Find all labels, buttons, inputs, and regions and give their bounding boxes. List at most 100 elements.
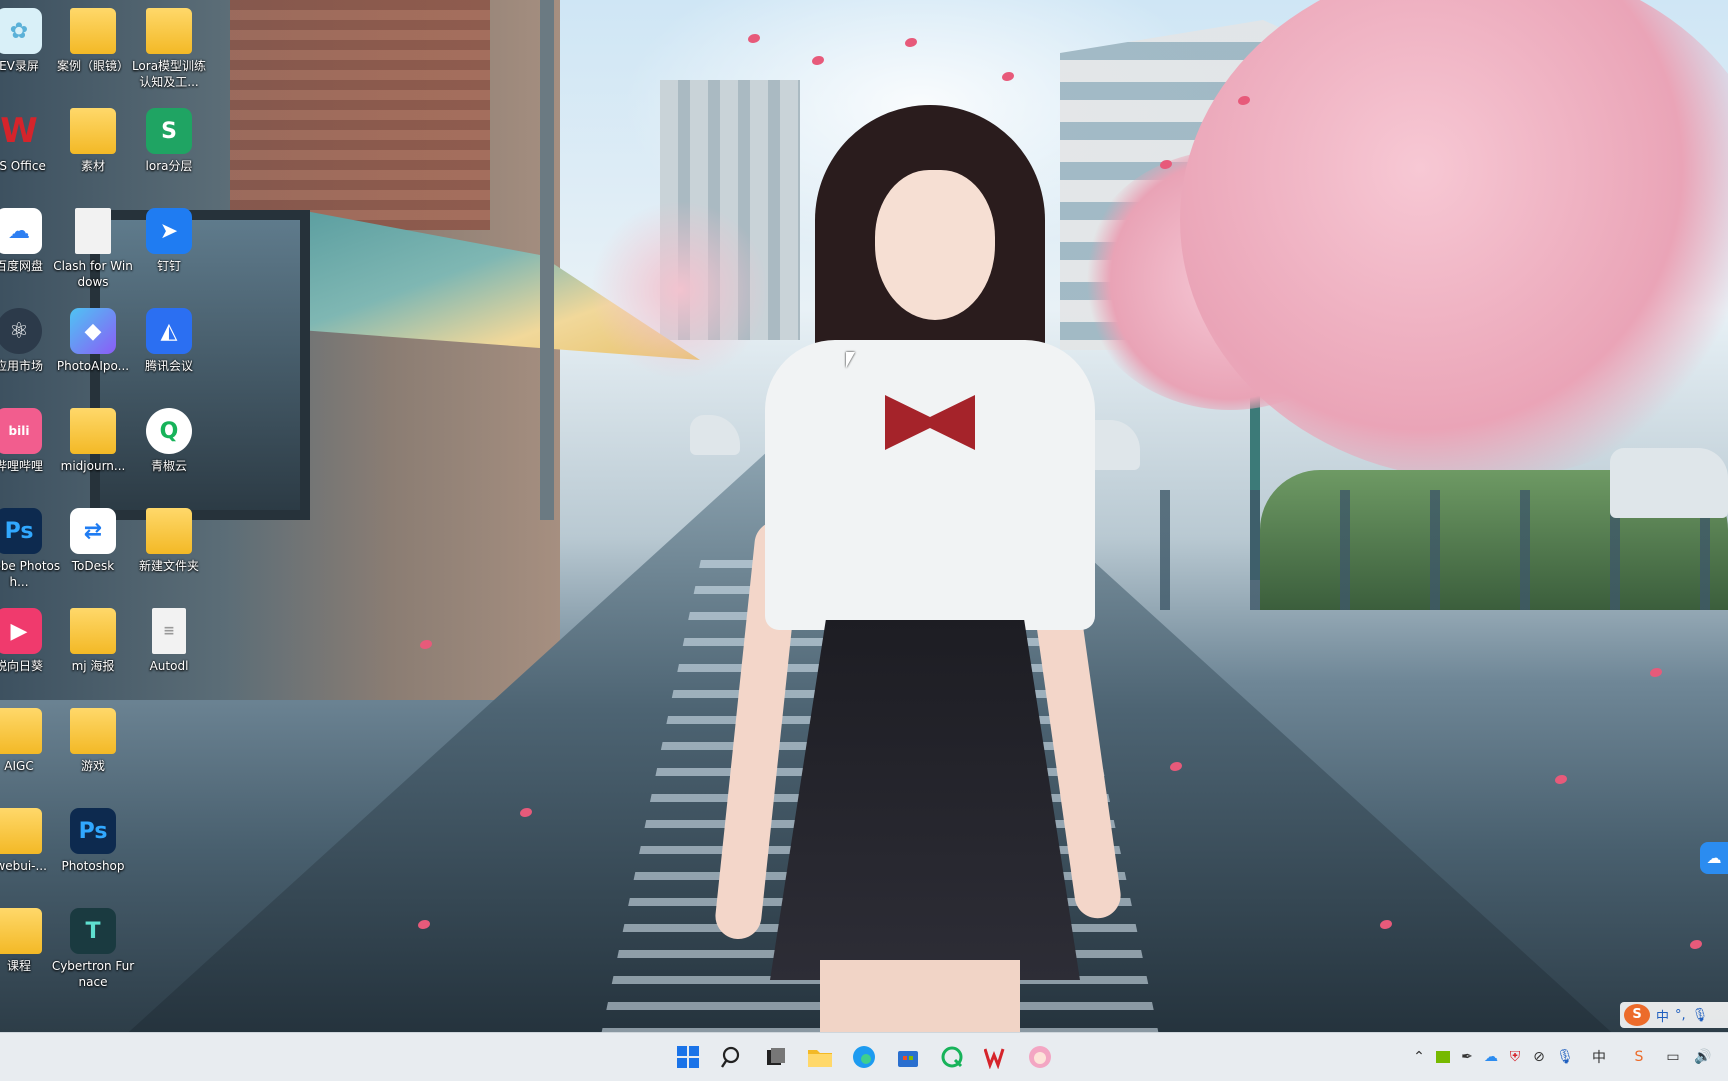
app-market-icon: ⚛ [0, 308, 42, 354]
microphone-icon[interactable]: 🎙 [1556, 1047, 1574, 1067]
sogou-icon[interactable]: S [1624, 1004, 1650, 1026]
wps-office-icon: W [0, 111, 38, 151]
character-legs [820, 960, 1020, 1032]
icon-label: 课程 [6, 959, 31, 973]
wps-taskbar-button[interactable] [980, 1041, 1012, 1073]
bilibili-icon: bili [0, 408, 42, 454]
cherry-blossom-large [1180, 0, 1728, 480]
desktop-icon-qingjiao-cloud[interactable]: Q 青椒云 [126, 404, 212, 494]
desktop-icon-autodl[interactable]: ≡ Autodl [126, 604, 212, 694]
ime-punctuation[interactable]: °, [1675, 1008, 1686, 1023]
desktop-icon-photoshop[interactable]: Ps Photoshop [50, 804, 136, 894]
desktop-icon-new-folder[interactable]: 新建文件夹 [126, 504, 212, 594]
onedrive-icon[interactable]: ☁ [1482, 1047, 1500, 1067]
desktop-icon-lora-training[interactable]: Lora模型训练认知及工... [126, 4, 212, 94]
network-icon[interactable]: ▭ [1664, 1047, 1682, 1067]
icon-label: 游戏 [80, 759, 105, 773]
store-button[interactable] [892, 1041, 924, 1073]
desktop-icon-dingtalk[interactable]: ➤ 钉钉 [126, 204, 212, 294]
character-face [875, 170, 995, 320]
desktop-icon-materials[interactable]: 素材 [50, 104, 136, 194]
icon-label: Lora模型训练认知及工... [131, 59, 207, 89]
file-icon [75, 208, 111, 254]
tencent-meeting-icon: ◭ [146, 308, 192, 354]
cybertron-furnace-icon: T [70, 908, 116, 954]
petal [1650, 668, 1662, 677]
desktop-icon-tencent-meeting[interactable]: ◭ 腾讯会议 [126, 304, 212, 394]
qingjiao-taskbar-button[interactable] [936, 1041, 968, 1073]
start-button[interactable] [672, 1041, 704, 1073]
icon-label: lora分层 [145, 159, 193, 173]
baidu-netdisk-floating-icon[interactable]: ☁ [1700, 842, 1728, 874]
edge-button[interactable] [848, 1041, 880, 1073]
folder-icon [70, 608, 116, 654]
file-explorer-button[interactable] [804, 1041, 836, 1073]
icon-label: Photoshop [61, 859, 125, 873]
utility-pole [540, 0, 554, 520]
ime-toolbar[interactable]: S 中 °, 🎙 [1620, 1002, 1728, 1028]
windows-start-icon [677, 1046, 699, 1068]
parked-car [690, 415, 740, 455]
desktop-icon-clash[interactable]: Clash for Windows [50, 204, 136, 294]
icon-label: -webui-... [0, 859, 47, 873]
microphone-icon[interactable]: 🎙 [1692, 1008, 1709, 1023]
icon-label: ToDesk [71, 559, 115, 573]
folder-icon [70, 8, 116, 54]
spreadsheet-icon: S [146, 108, 192, 154]
desktop-icon-todesk[interactable]: ⇄ ToDesk [50, 504, 136, 594]
icon-label: mj 海报 [71, 659, 115, 673]
icon-label: 应用市场 [0, 359, 43, 373]
desktop-icon-photoai[interactable]: ◆ PhotoAIpo... [50, 304, 136, 394]
icon-label: PS Office [0, 159, 46, 173]
desktop-icon-lora-layers[interactable]: S lora分层 [126, 104, 212, 194]
document-icon: ≡ [152, 608, 186, 654]
todesk-icon: ⇄ [70, 508, 116, 554]
qingjiao-cloud-icon [941, 1046, 963, 1068]
desktop-icon-midjourney[interactable]: midjourn... [50, 404, 136, 494]
folder-icon [70, 408, 116, 454]
anime-avatar-icon [1029, 1046, 1051, 1068]
ev-recorder-icon: ✿ [0, 8, 42, 54]
volume-icon[interactable]: 🔊 [1694, 1047, 1712, 1067]
desktop-icon-cybertron-furnace[interactable]: T Cybertron Furnace [50, 904, 136, 994]
security-icon[interactable]: ⛨ [1506, 1047, 1524, 1067]
folder-icon [70, 108, 116, 154]
folder-icon [70, 708, 116, 754]
desktop-wallpaper [0, 0, 1728, 1032]
icon-label: 青椒云 [150, 459, 187, 473]
feather-icon[interactable]: ✒ [1458, 1047, 1476, 1067]
mouse-cursor [846, 352, 855, 368]
icon-label: 百度网盘 [0, 259, 43, 273]
photoshop-icon: Ps [0, 508, 42, 554]
desktop-icon-case-glasses[interactable]: 案例（眼镜） [50, 4, 136, 94]
baidu-netdisk-icon: ☁ [0, 208, 42, 254]
folder-icon [808, 1050, 832, 1067]
icon-label: AIGC [4, 759, 34, 773]
icon-label: 钉钉 [156, 259, 181, 273]
task-view-button[interactable] [760, 1041, 792, 1073]
photoshop-icon: Ps [70, 808, 116, 854]
eye-off-icon[interactable]: ⊘ [1530, 1047, 1548, 1067]
search-button[interactable] [716, 1041, 748, 1073]
icon-label: 新建文件夹 [138, 559, 199, 573]
petal [1690, 940, 1702, 949]
brick-wall [230, 0, 490, 230]
avatar-app-button[interactable] [1024, 1041, 1056, 1073]
ime-icon[interactable]: 中 [1590, 1047, 1608, 1067]
chevron-up-icon[interactable]: ⌃ [1410, 1047, 1428, 1067]
ime-mode[interactable]: 中 [1656, 1006, 1669, 1025]
icon-label: EV录屏 [0, 59, 39, 73]
folder-icon [0, 708, 42, 754]
cherry-blossom-small [590, 200, 770, 380]
microsoft-store-icon [898, 1051, 918, 1067]
icon-label: 案例（眼镜） [56, 59, 129, 73]
nvidia-icon[interactable] [1434, 1047, 1452, 1067]
desktop-icon-games[interactable]: 游戏 [50, 704, 136, 794]
sogou-icon[interactable]: S [1630, 1047, 1648, 1067]
sunflower-icon: ▶ [0, 608, 42, 654]
dingtalk-icon: ➤ [146, 208, 192, 254]
desktop-icon-mj-poster[interactable]: mj 海报 [50, 604, 136, 694]
icon-label: Autodl [149, 659, 189, 673]
edge-browser-icon [853, 1046, 875, 1068]
character-shirt [765, 340, 1095, 630]
